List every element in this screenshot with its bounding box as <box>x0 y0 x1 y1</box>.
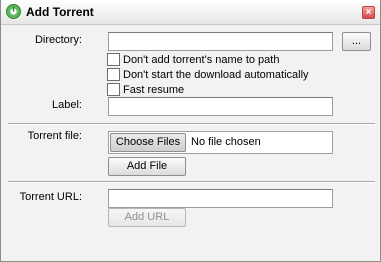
title-bar[interactable]: Add Torrent × <box>1 0 380 25</box>
torrent-file-label: Torrent file: <box>27 130 82 142</box>
torrent-url-label: Torrent URL: <box>19 191 82 203</box>
torrent-url-input[interactable] <box>108 189 333 208</box>
directory-label: Directory: <box>34 34 82 46</box>
label-input[interactable] <box>108 97 333 116</box>
choose-files-button[interactable]: Choose Files <box>110 133 186 152</box>
fast-resume-label: Fast resume <box>123 84 185 96</box>
choose-files-label: Choose Files <box>115 136 181 148</box>
dialog-title: Add Torrent <box>26 5 94 19</box>
no-torrent-name-label: Don't add torrent's name to path <box>123 54 280 66</box>
label-field-label: Label: <box>52 99 82 111</box>
torrent-logo-icon <box>6 4 21 19</box>
close-icon: × <box>365 7 372 18</box>
directory-input[interactable] <box>108 32 333 51</box>
add-file-button[interactable]: Add File <box>108 157 186 176</box>
section-divider <box>8 123 375 125</box>
no-autostart-label: Don't start the download automatically <box>123 69 309 81</box>
add-torrent-dialog: Add Torrent × Directory: ... Don't add t… <box>0 0 381 262</box>
add-file-label: Add File <box>126 160 168 172</box>
torrent-file-picker[interactable]: Choose Files No file chosen <box>108 131 333 154</box>
browse-directory-button[interactable]: ... <box>342 32 371 51</box>
browse-label: ... <box>351 35 362 47</box>
file-status-text: No file chosen <box>191 136 261 148</box>
no-autostart-checkbox[interactable] <box>107 68 120 81</box>
section-divider <box>8 181 375 183</box>
no-torrent-name-checkbox[interactable] <box>107 53 120 66</box>
add-url-label: Add URL <box>124 211 170 223</box>
close-button[interactable]: × <box>362 6 375 19</box>
add-url-button[interactable]: Add URL <box>108 208 186 227</box>
fast-resume-checkbox[interactable] <box>107 83 120 96</box>
